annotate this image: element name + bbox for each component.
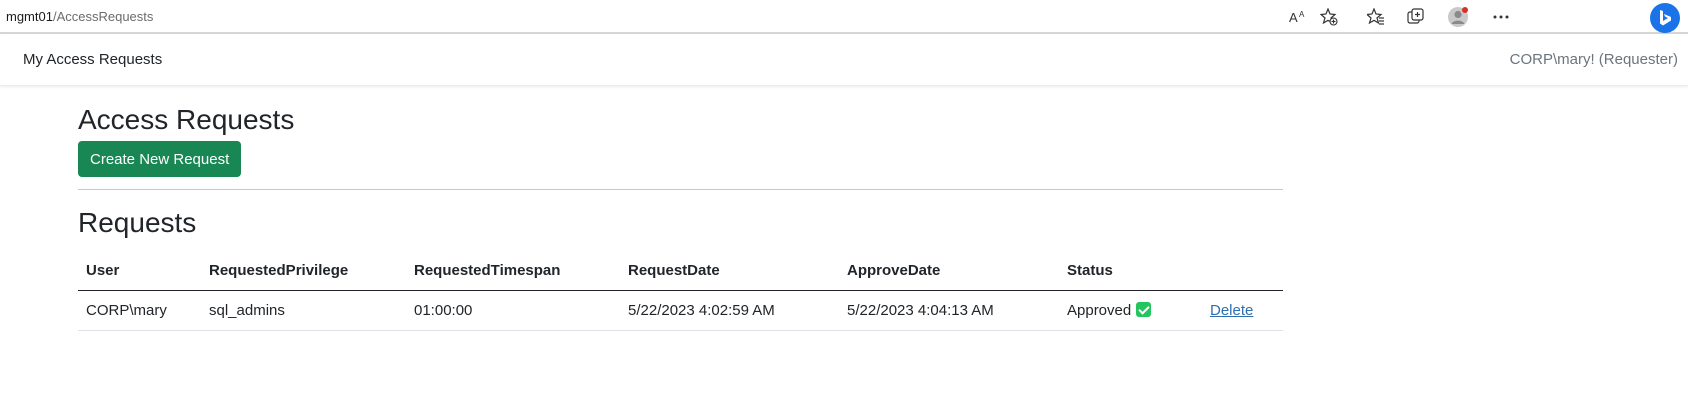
column-header-requested-privilege: RequestedPrivilege bbox=[201, 252, 406, 291]
svg-text:A: A bbox=[1299, 10, 1305, 19]
profile-icon[interactable] bbox=[1445, 4, 1471, 30]
favorites-icon[interactable] bbox=[1363, 4, 1389, 30]
delete-link[interactable]: Delete bbox=[1210, 302, 1253, 319]
check-icon bbox=[1136, 302, 1152, 317]
status-text: Approved bbox=[1067, 302, 1132, 319]
column-header-request-date: RequestDate bbox=[620, 252, 839, 291]
cell-user: CORP\mary bbox=[78, 290, 201, 331]
cell-request-date: 5/22/2023 4:02:59 AM bbox=[620, 290, 839, 331]
url-host: mgmt01 bbox=[6, 9, 53, 24]
page-title: Access Requests bbox=[78, 104, 295, 135]
cell-status: Approved bbox=[1059, 290, 1202, 331]
table-header-row: User RequestedPrivilege RequestedTimespa… bbox=[78, 252, 1283, 291]
cell-approve-date: 5/22/2023 4:04:13 AM bbox=[839, 290, 1059, 331]
browser-toolbar: mgmt01/AccessRequests AA bbox=[0, 0, 1688, 34]
more-icon[interactable] bbox=[1488, 4, 1514, 30]
cell-timespan: 01:00:00 bbox=[406, 290, 620, 331]
svg-text:A: A bbox=[1289, 10, 1298, 25]
requests-table: User RequestedPrivilege RequestedTimespa… bbox=[78, 252, 1283, 331]
current-user-label: CORP\mary! (Requester) bbox=[1509, 51, 1678, 68]
collections-icon[interactable] bbox=[1403, 4, 1429, 30]
cell-actions: Delete bbox=[1202, 290, 1283, 331]
address-bar[interactable]: mgmt01/AccessRequests bbox=[6, 9, 153, 24]
cell-privilege: sql_admins bbox=[201, 290, 406, 331]
column-header-requested-timespan: RequestedTimespan bbox=[406, 252, 620, 291]
column-header-actions bbox=[1202, 252, 1283, 291]
url-path: /AccessRequests bbox=[52, 9, 154, 24]
read-aloud-icon[interactable]: AA bbox=[1285, 4, 1311, 30]
bing-icon[interactable] bbox=[1650, 3, 1680, 33]
column-header-status: Status bbox=[1059, 252, 1202, 291]
navbar-brand[interactable]: My Access Requests bbox=[23, 51, 162, 68]
requests-heading: Requests bbox=[78, 207, 197, 238]
column-header-user: User bbox=[78, 252, 201, 291]
favorite-add-icon[interactable] bbox=[1316, 4, 1342, 30]
column-header-approve-date: ApproveDate bbox=[839, 252, 1059, 291]
divider bbox=[78, 189, 1283, 190]
top-navbar: My Access Requests CORP\mary! (Requester… bbox=[0, 34, 1688, 86]
table-row: CORP\mary sql_admins 01:00:00 5/22/2023 … bbox=[78, 290, 1283, 331]
create-new-request-button[interactable]: Create New Request bbox=[78, 141, 242, 177]
